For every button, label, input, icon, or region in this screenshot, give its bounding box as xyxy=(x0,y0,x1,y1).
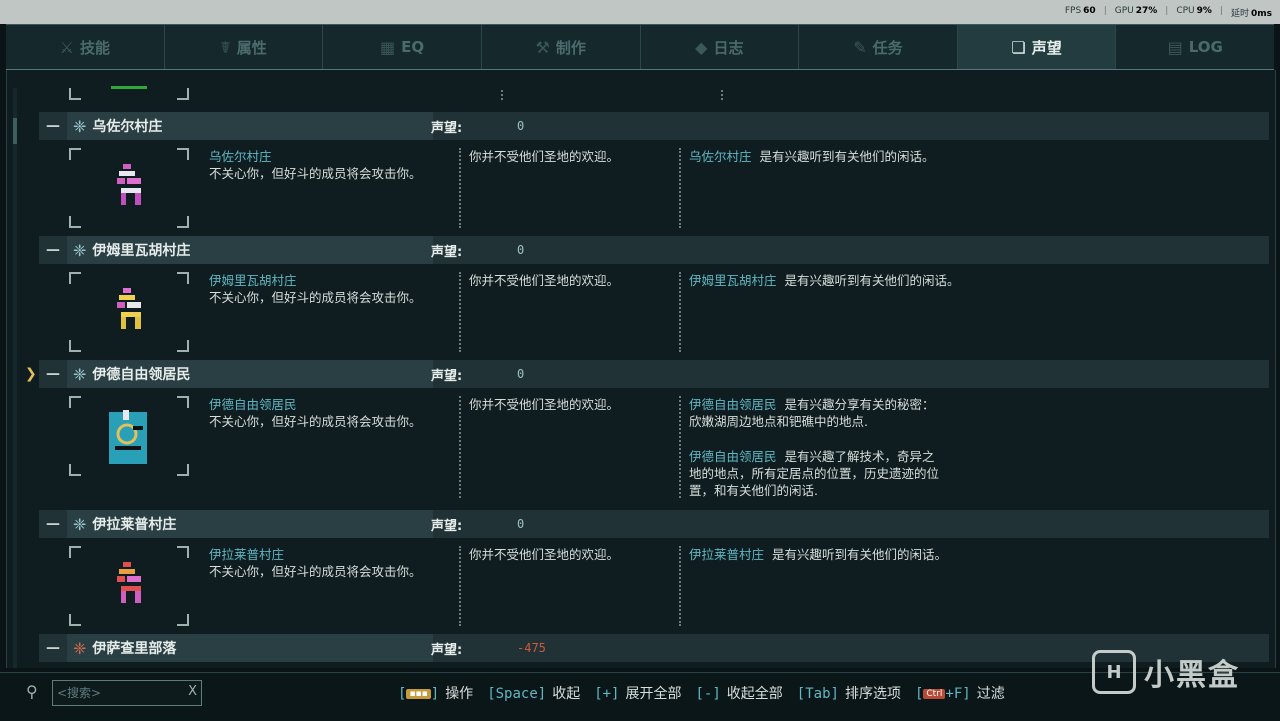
collapse-toggle[interactable]: — xyxy=(39,242,67,258)
holy-site-status: 你并不受他们圣地的欢迎。 xyxy=(469,547,620,562)
faction-interests: 乌佐尔村庄 是有兴趣听到有关他们的闲话。 xyxy=(689,149,935,164)
tab-attributes[interactable]: ☤ 属性 xyxy=(165,25,324,69)
gamepad-button-icon: ▪▪▪ xyxy=(406,689,431,699)
main-tab-bar: ⚔ 技能 ☤ 属性 ▦ EQ ⚒ 制作 ◆ 日志 ✎ 任务 ❏ 声望 ▤ LOG xyxy=(6,24,1274,71)
faction-tree-icon: ❈ xyxy=(73,116,87,136)
progress-line xyxy=(111,86,147,89)
reputation-value: 0 xyxy=(517,517,525,531)
tab-quests[interactable]: ✎ 任务 xyxy=(799,25,958,69)
tab-journal[interactable]: ◆ 日志 xyxy=(641,25,800,69)
craft-icon: ⚒ xyxy=(535,37,550,57)
collapse-toggle[interactable]: — xyxy=(39,516,67,532)
faction-header-row-selected[interactable]: — ❈ 伊德自由领居民 声望: 0 xyxy=(39,360,1269,388)
reputation-icon: ❏ xyxy=(1011,37,1026,57)
faction-name: 乌佐尔村庄 xyxy=(92,119,163,135)
faction-name: 伊萨查里部落 xyxy=(92,641,177,657)
faction-portrait-frame xyxy=(69,396,189,476)
collapse-toggle[interactable]: — xyxy=(39,366,67,382)
reputation-label: 声望: xyxy=(431,368,463,384)
reputation-label: 声望: xyxy=(431,244,463,260)
watermark: H 小黑盒 xyxy=(1092,650,1240,694)
search-icon[interactable]: ⚲ xyxy=(26,682,38,701)
faction-interests: 伊德自由领居民 是有兴趣分享有关的秘密： 欣嫩湖周边地点和钯礁中的地点. 伊德自… xyxy=(689,397,940,498)
faction-name: 伊德自由领居民 xyxy=(92,367,191,383)
faction-interests: 伊姆里瓦胡村庄 是有兴趣听到有关他们的闲话。 xyxy=(689,273,960,288)
log-icon: ▤ xyxy=(1167,37,1183,57)
holy-site-status: 你并不受他们圣地的欢迎。 xyxy=(469,397,620,412)
skill-icon: ⚔ xyxy=(59,37,74,57)
hint-collapse[interactable]: [Space] 收起 xyxy=(487,683,580,703)
reputation-panel: — ❈ 乌佐尔村庄 声望: 0 乌佐尔村庄 不关心你，但好斗的成员将会攻击你。 … xyxy=(6,70,1276,668)
reputation-value: 0 xyxy=(517,367,525,381)
scrollbar-track[interactable] xyxy=(13,88,17,668)
search-box[interactable]: X xyxy=(52,680,202,706)
faction-header-row[interactable]: — ❈ 乌佐尔村庄 声望: 0 xyxy=(39,112,1269,140)
faction-description: 伊德自由领居民 不关心你，但好斗的成员将会攻击你。 xyxy=(209,397,422,429)
faction-header-row[interactable]: — ❈ 伊姆里瓦胡村庄 声望: 0 xyxy=(39,236,1269,264)
freehold-banner-icon xyxy=(109,410,147,464)
hint-expand-all[interactable]: [+] 展开全部 xyxy=(594,683,681,703)
faction-portrait-frame xyxy=(69,272,189,352)
faction-header-row[interactable]: — ❈ 伊萨查里部落 声望: -475 xyxy=(39,634,1269,662)
faction-description: 伊拉莱普村庄 不关心你，但好斗的成员将会攻击你。 xyxy=(209,547,422,579)
faction-tree-icon: ❈ xyxy=(73,638,87,658)
faction-name: 伊拉莱普村庄 xyxy=(92,517,177,533)
watermark-text: 小黑盒 xyxy=(1144,658,1240,693)
hint-filter[interactable]: [Ctrl +F] 过滤 xyxy=(915,683,1005,703)
clear-search-icon[interactable]: X xyxy=(188,684,197,699)
ctrl-key-badge: Ctrl xyxy=(923,689,946,699)
keybind-hints: [▪▪▪] 操作 [Space] 收起 [+] 展开全部 [-] 收起全部 [Tab] 排… xyxy=(398,683,1005,703)
faction-portrait-frame xyxy=(69,148,189,228)
villager-sprite-icon xyxy=(117,562,141,603)
holy-site-status: 你并不受他们圣地的欢迎。 xyxy=(469,149,620,164)
faction-description: 乌佐尔村庄 不关心你，但好斗的成员将会攻击你。 xyxy=(209,149,422,181)
scrollbar-thumb[interactable] xyxy=(13,118,17,144)
faction-tree-icon: ❈ xyxy=(73,514,87,534)
faction-portrait-frame xyxy=(69,546,189,626)
attribute-icon: ☤ xyxy=(220,37,231,57)
equipment-icon: ▦ xyxy=(380,37,396,57)
reputation-label: 声望: xyxy=(431,120,463,136)
reputation-value: 0 xyxy=(517,243,525,257)
hint-sort-options[interactable]: [Tab] 排序选项 xyxy=(797,683,901,703)
journal-icon: ◆ xyxy=(695,37,708,57)
heybox-logo-icon: H xyxy=(1092,650,1136,694)
villager-sprite-icon xyxy=(117,288,141,329)
holy-site-status: 你并不受他们圣地的欢迎。 xyxy=(469,273,620,288)
performance-overlay: FPS 60 | GPU 27% | CPU 9% | 延时 0ms xyxy=(0,0,1280,24)
faction-description: 伊姆里瓦胡村庄 不关心你，但好斗的成员将会攻击你。 xyxy=(209,273,422,305)
latency-stat: 延时 0ms xyxy=(1230,9,1272,19)
hint-collapse-all[interactable]: [-] 收起全部 xyxy=(696,683,783,703)
search-input[interactable] xyxy=(53,681,179,705)
faction-name: 伊姆里瓦胡村庄 xyxy=(92,243,191,259)
reputation-label: 声望: xyxy=(431,642,463,658)
fps-stat: FPS 60 xyxy=(1064,6,1096,16)
reputation-value: -475 xyxy=(517,641,546,655)
reputation-label: 声望: xyxy=(431,518,463,534)
tab-skills[interactable]: ⚔ 技能 xyxy=(6,25,165,69)
faction-interests: 伊拉莱普村庄 是有兴趣听到有关他们的闲话。 xyxy=(689,547,947,562)
gpu-stat: GPU 27% xyxy=(1114,6,1158,16)
selection-marker-icon: ❯ xyxy=(25,366,37,382)
reputation-value: 0 xyxy=(517,119,525,133)
cpu-stat: CPU 9% xyxy=(1176,6,1212,16)
tab-log[interactable]: ▤ LOG xyxy=(1116,25,1274,69)
collapse-toggle[interactable]: — xyxy=(39,118,67,134)
villager-sprite-icon xyxy=(117,164,141,205)
previous-faction-card xyxy=(69,70,189,100)
faction-tree-icon: ❈ xyxy=(73,240,87,260)
perf-stats: FPS 60 | GPU 27% | CPU 9% | 延时 0ms xyxy=(1064,6,1272,19)
tab-crafting[interactable]: ⚒ 制作 xyxy=(482,25,641,69)
faction-tree-icon: ❈ xyxy=(73,364,87,384)
collapse-toggle[interactable]: — xyxy=(39,640,67,656)
tab-equipment[interactable]: ▦ EQ xyxy=(323,25,482,69)
hint-actions[interactable]: [▪▪▪] 操作 xyxy=(398,683,473,703)
faction-header-row[interactable]: — ❈ 伊拉莱普村庄 声望: 0 xyxy=(39,510,1269,538)
quest-icon: ✎ xyxy=(853,37,867,57)
tab-reputation[interactable]: ❏ 声望 xyxy=(957,25,1117,69)
